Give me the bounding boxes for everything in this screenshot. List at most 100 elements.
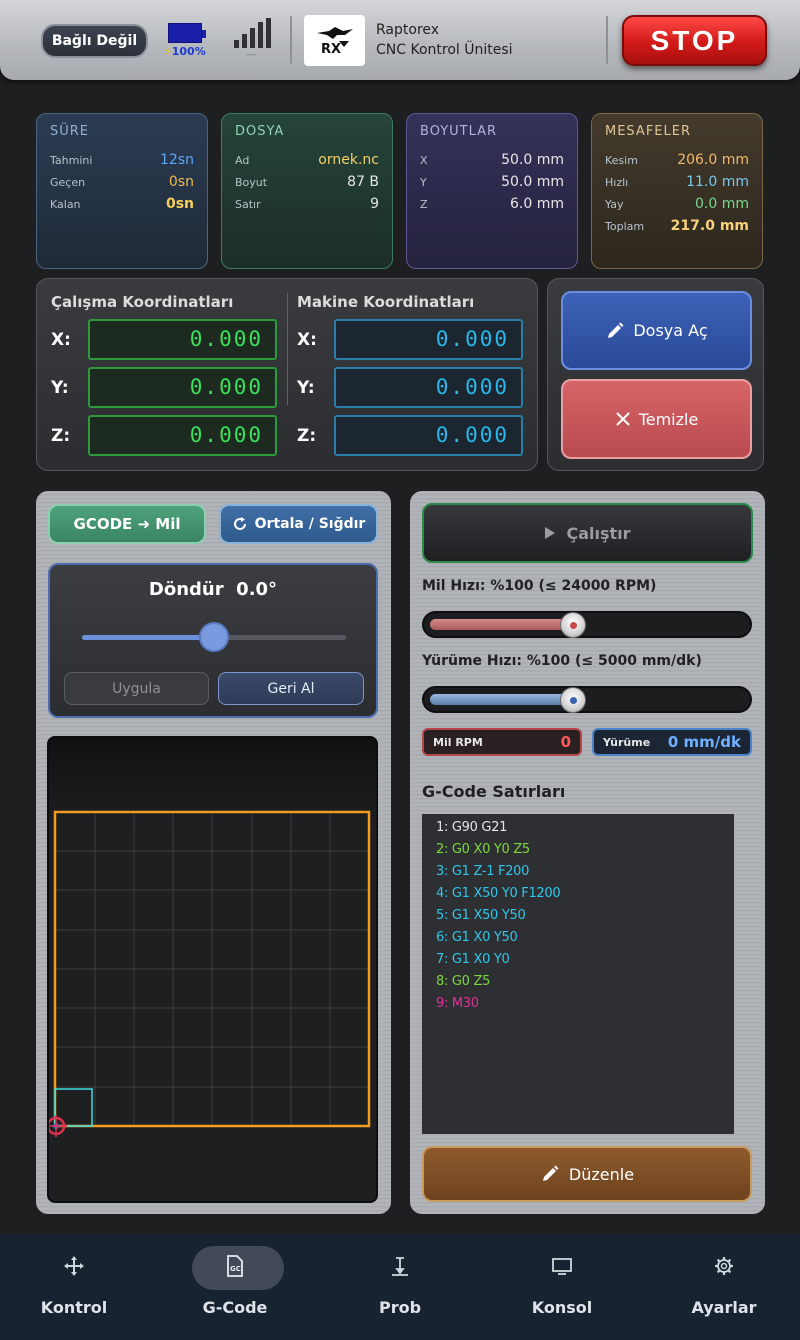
card-row: Kalan 0sn: [50, 196, 194, 212]
origin-marker-icon: [49, 1115, 67, 1137]
gcode-line[interactable]: 9: M30: [436, 993, 720, 1015]
pencil-icon: [542, 1165, 559, 1181]
brand-name: Raptorex: [376, 22, 440, 38]
machine-z-readout: 0.000: [334, 415, 523, 456]
gcode-to-spindle-button[interactable]: GCODE ➜ Mil: [48, 504, 206, 544]
axis-label-y: Y:: [51, 378, 69, 398]
run-button[interactable]: Çalıştır: [422, 503, 753, 563]
clear-button[interactable]: Temizle: [561, 379, 752, 459]
open-file-button[interactable]: Dosya Aç: [561, 291, 752, 370]
machine-coords-title: Makine Koordinatları: [297, 293, 475, 311]
bottom-navigation: Kontrol GC G-Code Prob Konsol Ayarlar: [0, 1234, 800, 1340]
nav-item-ayarlar[interactable]: Ayarlar: [654, 1234, 794, 1340]
gcode-line[interactable]: 2: G0 X0 Y0 Z5: [436, 839, 720, 861]
axis-label-y: Y:: [297, 378, 315, 398]
undo-button[interactable]: Geri Al: [218, 672, 364, 705]
axis-label-z: Z:: [297, 426, 317, 446]
apply-button[interactable]: Uygula: [64, 672, 209, 705]
card-row: Boyut 87 B: [235, 174, 379, 190]
console-icon: [492, 1254, 632, 1282]
card-row: Y 50.0 mm: [420, 174, 564, 190]
card-row: Ad ornek.nc: [235, 152, 379, 168]
clear-label: Temizle: [638, 409, 699, 429]
work-y-readout[interactable]: 0.000: [88, 367, 277, 408]
close-icon: [615, 412, 630, 426]
feed-slider-thumb[interactable]: [560, 687, 587, 713]
file-actions-panel: Dosya Aç Temizle: [547, 278, 764, 471]
play-icon: [545, 527, 556, 539]
work-x-readout[interactable]: 0.000: [88, 319, 277, 360]
file-card: DOSYA Ad ornek.nc Boyut 87 B Satır 9: [221, 113, 393, 269]
move-arrows-icon: [4, 1254, 144, 1282]
probe-icon: [330, 1254, 470, 1282]
axis-label-x: X:: [51, 330, 71, 350]
battery-icon: [168, 23, 206, 43]
gcode-lines-title: G-Code Satırları: [422, 782, 566, 801]
spindle-slider-thumb[interactable]: [560, 612, 587, 638]
work-coords-title: Çalışma Koordinatları: [51, 293, 234, 311]
header-divider: [606, 16, 608, 64]
connection-status-badge[interactable]: Bağlı Değil: [41, 24, 148, 58]
edit-button[interactable]: Düzenle: [422, 1146, 752, 1202]
spindle-speed-slider[interactable]: [422, 611, 752, 638]
dimensions-card: BOYUTLAR X 50.0 mm Y 50.0 mm Z 6.0 mm: [406, 113, 578, 269]
edit-label: Düzenle: [568, 1164, 635, 1184]
gcode-line[interactable]: 6: G1 X0 Y50: [436, 927, 720, 949]
toolpath-preview[interactable]: [47, 736, 378, 1203]
center-fit-button[interactable]: Ortala / Sığdır: [219, 504, 378, 544]
card-row: Geçen 0sn: [50, 174, 194, 190]
signal-text: ---: [246, 50, 256, 60]
machine-y-readout: 0.000: [334, 367, 523, 408]
card-row: Yay 0.0 mm: [605, 196, 749, 212]
rotate-title: Döndür 0.0°: [148, 579, 278, 600]
gear-icon: [654, 1254, 794, 1282]
card-row: X 50.0 mm: [420, 152, 564, 168]
gcode-line[interactable]: 3: G1 Z-1 F200: [436, 861, 720, 883]
emergency-stop-button[interactable]: STOP: [622, 15, 767, 66]
axis-label-x: X:: [297, 330, 317, 350]
open-file-label: Dosya Aç: [633, 321, 708, 340]
gcode-line[interactable]: 1: G90 G21: [436, 817, 720, 839]
time-card: SÜRE Tahmini 12sn Geçen 0sn Kalan 0sn: [36, 113, 208, 269]
signal-bars-icon: [234, 18, 272, 48]
charging-bolt-icon: ⚡: [164, 45, 172, 58]
feed-slider-fill: [430, 694, 574, 705]
rotate-slider-thumb[interactable]: [199, 622, 229, 652]
spindle-rpm-readout: Mil RPM 0: [422, 728, 582, 756]
brand-subtitle: CNC Kontrol Ünitesi: [376, 42, 513, 58]
gcode-line[interactable]: 5: G1 X50 Y50: [436, 905, 720, 927]
feed-rate-readout: Yürüme 0 mm/dk: [592, 728, 752, 756]
rotate-slider-fill: [82, 635, 214, 640]
nav-item-kontrol[interactable]: Kontrol: [4, 1234, 144, 1340]
rotate-box: Döndür 0.0° Uygula Geri Al: [48, 563, 378, 718]
gcode-lines-list[interactable]: 1: G90 G21 2: G0 X0 Y0 Z5 3: G1 Z-1 F200 4:…: [422, 814, 734, 1134]
nav-item-prob[interactable]: Prob: [330, 1234, 470, 1340]
feed-speed-label: Yürüme Hızı: %100 (≤ 5000 mm/dk): [422, 653, 702, 669]
work-z-readout[interactable]: 0.000: [88, 415, 277, 456]
axis-label-z: Z:: [51, 426, 71, 446]
raptorex-logo: RX: [304, 15, 365, 66]
battery-level: ⚡100%: [164, 45, 206, 58]
card-row: Satır 9: [235, 196, 379, 212]
gcode-line[interactable]: 8: G0 Z5: [436, 971, 720, 993]
nav-item-konsol[interactable]: Konsol: [492, 1234, 632, 1340]
preview-panel: GCODE ➜ Mil Ortala / Sığdır Döndür 0.0° …: [36, 491, 391, 1214]
card-row: Kesim 206.0 mm: [605, 152, 749, 168]
gcode-line[interactable]: 7: G1 X0 Y0: [436, 949, 720, 971]
top-bar: Bağlı Değil ⚡100% --- RX Raptorex CNC Ko…: [0, 0, 800, 80]
card-title: SÜRE: [50, 124, 90, 139]
svg-text:RX: RX: [321, 42, 341, 57]
refresh-icon: [233, 517, 246, 530]
card-row: Hızlı 11.0 mm: [605, 174, 749, 190]
card-title: BOYUTLAR: [420, 124, 498, 139]
machine-x-readout: 0.000: [334, 319, 523, 360]
coordinates-panel: Çalışma Koordinatları Makine Koordinatla…: [36, 278, 538, 471]
feed-speed-slider[interactable]: [422, 686, 752, 713]
run-panel: Çalıştır Mil Hızı: %100 (≤ 24000 RPM) Yü…: [410, 491, 765, 1214]
nav-item-gcode[interactable]: GC G-Code: [165, 1234, 305, 1340]
center-fit-label: Ortala / Sığdır: [254, 516, 366, 532]
gcode-file-icon: GC: [165, 1254, 305, 1282]
spindle-speed-label: Mil Hızı: %100 (≤ 24000 RPM): [422, 578, 657, 594]
gcode-line[interactable]: 4: G1 X50 Y0 F1200: [436, 883, 720, 905]
distances-card: MESAFELER Kesim 206.0 mm Hızlı 11.0 mm Yay…: [591, 113, 763, 269]
